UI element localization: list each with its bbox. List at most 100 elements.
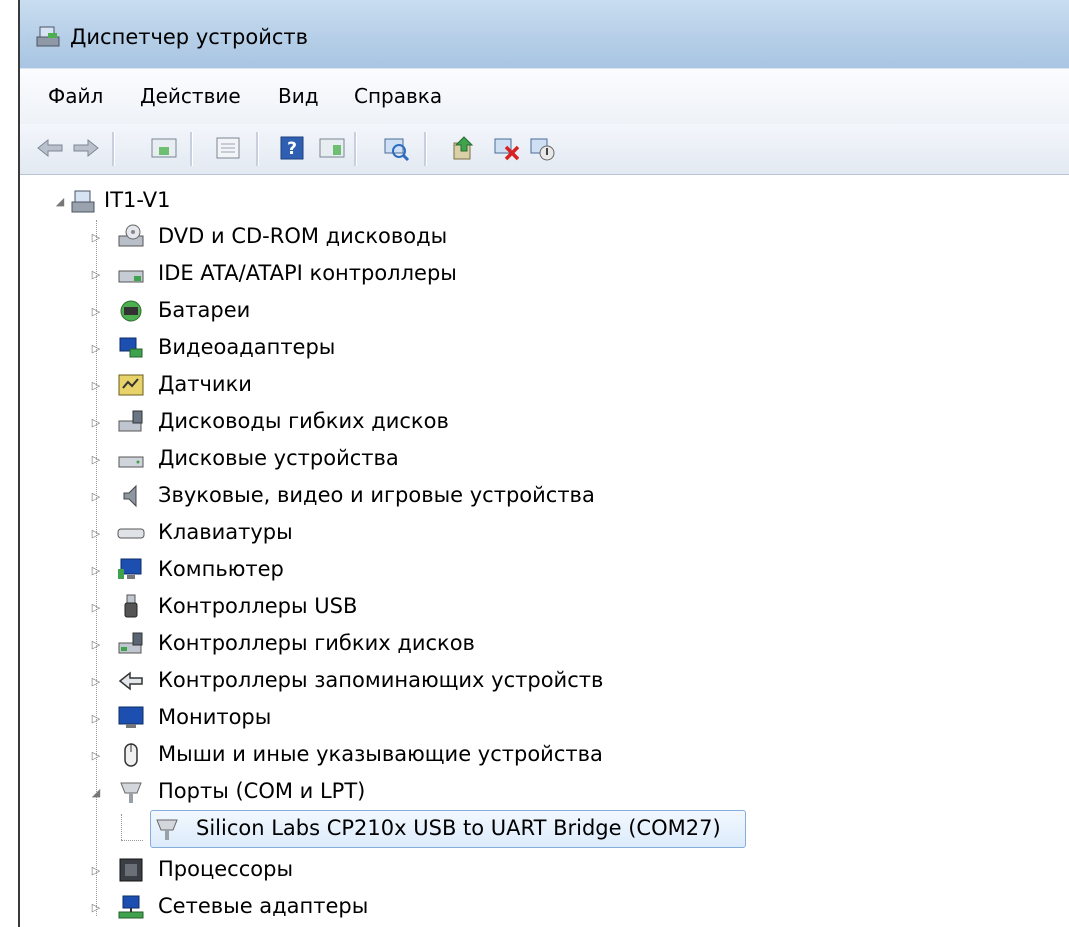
battery-icon (120, 300, 142, 322)
monitor-icon (118, 558, 142, 579)
expand-triangle-icon[interactable]: ▷ (90, 416, 102, 429)
title-bar[interactable]: Диспетчер устройств (20, 0, 1069, 68)
tree-item-label: Silicon Labs CP210x USB to UART Bridge (… (196, 816, 721, 840)
tree-item-sound[interactable]: ▷ Звуковые, видео и игровые устройства (20, 479, 820, 513)
tree-item-label: Батареи (158, 298, 251, 322)
tree-item-network[interactable]: ▷ Сетевые адаптеры (20, 890, 720, 924)
keyboard-icon (117, 528, 145, 539)
port-icon (156, 819, 178, 840)
menu-file[interactable]: Файл (48, 84, 103, 108)
expand-triangle-icon[interactable]: ▷ (90, 864, 102, 877)
disable-device-icon[interactable] (526, 132, 558, 164)
toolbar-separator (256, 132, 259, 166)
usb-plug-icon (124, 594, 138, 618)
port-icon (120, 782, 142, 803)
menu-bar: Файл Действие Вид Справка (20, 68, 1069, 125)
expand-triangle-icon[interactable]: ▷ (90, 305, 102, 318)
window-title: Диспетчер устройств (70, 25, 309, 49)
sensor-icon (118, 374, 144, 396)
tree-item-label: Контроллеры USB (158, 594, 358, 618)
computer-icon (71, 190, 95, 213)
floppy-controller-icon (118, 632, 143, 654)
tree-item-floppy-drives[interactable]: ▷ Дисководы гибких дисков (20, 405, 720, 439)
back-arrow-icon[interactable] (34, 132, 66, 164)
collapse-triangle-icon[interactable]: ◢ (90, 786, 102, 799)
tree-item-computer[interactable]: ▷ Компьютер (20, 553, 720, 587)
update-driver-icon[interactable] (448, 132, 480, 164)
tree-item-monitors[interactable]: ▷ Мониторы (20, 701, 720, 735)
expand-triangle-icon[interactable]: ▷ (90, 527, 102, 540)
mouse-icon (124, 743, 138, 767)
collapse-triangle-icon[interactable]: ◢ (54, 195, 66, 208)
properties-icon[interactable] (212, 132, 244, 164)
tree-item-label: Сетевые адаптеры (158, 894, 369, 918)
expand-triangle-icon[interactable]: ▷ (90, 601, 102, 614)
expand-triangle-icon[interactable]: ▷ (90, 453, 102, 466)
tree-item-dvd[interactable]: ▷ DVD и CD-ROM дисководы (20, 220, 720, 254)
expand-triangle-icon[interactable]: ▷ (90, 231, 102, 244)
expand-triangle-icon[interactable]: ▷ (90, 268, 102, 281)
network-adapter-icon (118, 895, 144, 919)
tree-item-label: Мониторы (158, 705, 272, 729)
floppy-drive-icon (118, 410, 143, 432)
tree-item-label: Контроллеры запоминающих устройств (158, 668, 604, 692)
tree-item-label: Процессоры (158, 857, 294, 881)
tree-item-label: Дисководы гибких дисков (158, 409, 449, 433)
svg-text:?: ? (287, 139, 297, 159)
menu-action[interactable]: Действие (140, 84, 241, 108)
device-manager-icon (36, 26, 60, 47)
tree-item-processors[interactable]: ▷ Процессоры (20, 853, 720, 887)
tree-root[interactable]: ◢ IT1-V1 (20, 184, 620, 218)
expand-triangle-icon[interactable]: ▷ (90, 564, 102, 577)
tree-item-label: IDE ATA/ATAPI контроллеры (158, 261, 457, 285)
tree-item-label: Порты (COM и LPT) (158, 779, 366, 803)
toolbar: ? (20, 124, 1069, 175)
show-hide-tree-icon[interactable] (148, 132, 180, 164)
expand-triangle-icon[interactable]: ▷ (90, 749, 102, 762)
tree-item-ide[interactable]: ▷ IDE ATA/ATAPI контроллеры (20, 257, 720, 291)
toolbar-separator (112, 132, 115, 166)
disk-drive-icon (118, 456, 144, 468)
help-icon[interactable]: ? (276, 132, 308, 164)
tree-item-disk-drives[interactable]: ▷ Дисковые устройства (20, 442, 720, 476)
expand-triangle-icon[interactable]: ▷ (90, 379, 102, 392)
toolbar-separator (424, 132, 427, 166)
device-manager-window: Диспетчер устройств Файл Действие Вид Сп… (18, 0, 1069, 927)
tree-item-label: Видеоадаптеры (158, 335, 336, 359)
tree-item-usb[interactable]: ▷ Контроллеры USB (20, 590, 720, 624)
tree-item-sensors[interactable]: ▷ Датчики (20, 368, 720, 402)
action-pane-icon[interactable] (316, 132, 348, 164)
tree-item-mice[interactable]: ▷ Мыши и иные указывающие устройства (20, 738, 820, 772)
processor-icon (119, 858, 143, 882)
storage-controller-icon (118, 671, 143, 691)
expand-triangle-icon[interactable]: ▷ (90, 342, 102, 355)
expand-triangle-icon[interactable]: ▷ (90, 675, 102, 688)
expand-triangle-icon[interactable]: ▷ (90, 638, 102, 651)
device-tree: ◢ IT1-V1 ▷ DVD и CD-ROM дисководы ▷ IDE … (20, 176, 1069, 927)
tree-item-ports[interactable]: ◢ Порты (COM и LPT) (20, 775, 720, 809)
menu-view[interactable]: Вид (278, 84, 319, 108)
expand-triangle-icon[interactable]: ▷ (90, 901, 102, 914)
forward-arrow-icon[interactable] (70, 132, 102, 164)
tree-item-video[interactable]: ▷ Видеоадаптеры (20, 331, 720, 365)
tree-item-label: Датчики (158, 372, 252, 396)
monitor-icon (118, 706, 144, 728)
dvd-drive-icon (118, 224, 144, 247)
tree-item-keyboards[interactable]: ▷ Клавиатуры (20, 516, 720, 550)
uninstall-device-icon[interactable] (490, 132, 522, 164)
expand-triangle-icon[interactable]: ▷ (90, 490, 102, 503)
tree-item-floppy-controllers[interactable]: ▷ Контроллеры гибких дисков (20, 627, 720, 661)
tree-item-label: Контроллеры гибких дисков (158, 631, 475, 655)
expand-triangle-icon[interactable]: ▷ (90, 712, 102, 725)
tree-item-batteries[interactable]: ▷ Батареи (20, 294, 720, 328)
tree-item-label: DVD и CD-ROM дисководы (158, 224, 448, 248)
tree-item-cp210x-selected[interactable]: Silicon Labs CP210x USB to UART Bridge (… (20, 812, 780, 846)
menu-help[interactable]: Справка (354, 84, 442, 108)
ide-controller-icon (118, 270, 144, 283)
tree-item-label: Компьютер (158, 557, 284, 581)
scan-hardware-icon[interactable] (380, 132, 412, 164)
tree-root-label: IT1-V1 (104, 188, 171, 212)
tree-item-label: Клавиатуры (158, 520, 293, 544)
tree-item-storage-controllers[interactable]: ▷ Контроллеры запоминающих устройств (20, 664, 820, 698)
tree-item-label: Дисковые устройства (158, 446, 399, 470)
